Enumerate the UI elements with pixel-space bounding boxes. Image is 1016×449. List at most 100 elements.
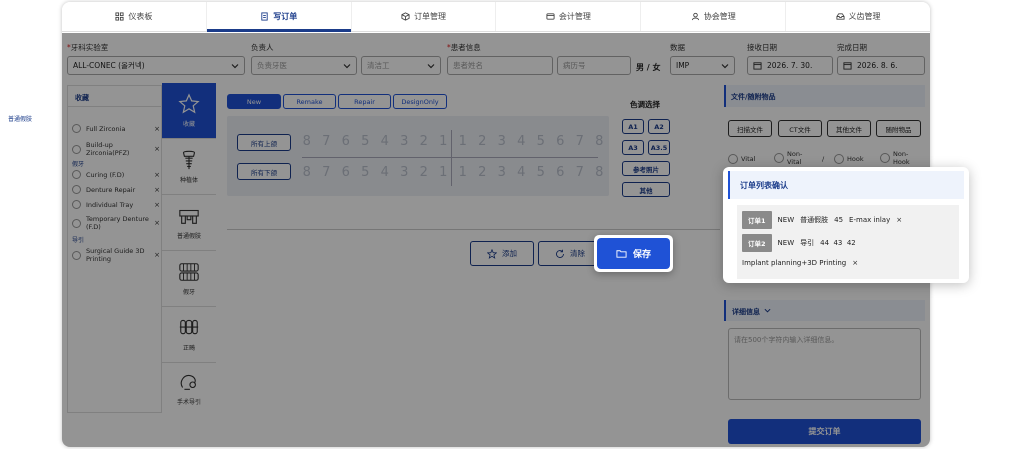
tooth[interactable]: 5: [356, 134, 376, 149]
tab-denture-management[interactable]: 义齿管理: [786, 2, 930, 31]
fav-item[interactable]: Individual Tray ×: [72, 200, 160, 209]
tab-dashboard[interactable]: 仪表板: [62, 2, 207, 31]
close-icon[interactable]: ×: [896, 216, 902, 224]
category-implant[interactable]: 种植体: [162, 139, 216, 195]
dentist-select[interactable]: 负责牙医: [251, 56, 357, 75]
accessories-button[interactable]: 随附物品: [876, 120, 921, 137]
fav-item[interactable]: Build-up Zirconia(PFZ) ×: [72, 140, 160, 158]
submit-order-button[interactable]: 提交订单: [728, 419, 921, 444]
tooth[interactable]: 5: [356, 165, 376, 180]
tab-association[interactable]: 协会管理: [641, 2, 787, 31]
order-type-design-only[interactable]: DesignOnly: [393, 94, 447, 109]
category-orthodontics[interactable]: 正畸: [162, 307, 216, 363]
tooth[interactable]: 8: [297, 165, 317, 180]
tooth[interactable]: 4: [375, 165, 395, 180]
category-denture[interactable]: 假牙: [162, 251, 216, 307]
shade-other-button[interactable]: 其他: [622, 182, 670, 197]
tooth[interactable]: 8: [590, 134, 610, 149]
tooth[interactable]: 1: [453, 134, 473, 149]
complete-date-input[interactable]: 2026. 8. 6.: [837, 56, 925, 75]
tooth[interactable]: 2: [473, 134, 493, 149]
tooth[interactable]: 6: [551, 134, 571, 149]
save-button[interactable]: 保存: [594, 235, 673, 272]
cleaner-select[interactable]: 清洁工: [361, 56, 441, 75]
fav-item[interactable]: Full Zirconia ×: [72, 124, 160, 133]
shade-a3[interactable]: A3: [622, 140, 644, 155]
category-surgical-guide[interactable]: 手术导引: [162, 363, 216, 413]
category-prosthesis[interactable]: 普通假肢: [162, 195, 216, 251]
tooth[interactable]: 1: [453, 165, 473, 180]
calendar-icon: [753, 62, 762, 70]
hook-check[interactable]: Hook: [834, 154, 864, 164]
tooth[interactable]: 6: [336, 134, 356, 149]
details-header[interactable]: 详细信息: [724, 300, 925, 321]
tooth[interactable]: 6: [336, 165, 356, 180]
scan-file-button[interactable]: 扫描文件: [728, 120, 772, 137]
close-icon[interactable]: ×: [154, 171, 160, 179]
tooth[interactable]: 6: [551, 165, 571, 180]
tooth[interactable]: 2: [414, 134, 434, 149]
tooth[interactable]: 4: [512, 165, 532, 180]
tooth[interactable]: 5: [531, 165, 551, 180]
tab-order-management[interactable]: 订单管理: [352, 2, 497, 31]
close-icon[interactable]: ×: [154, 186, 160, 194]
tooth[interactable]: 5: [531, 134, 551, 149]
close-icon[interactable]: ×: [154, 219, 160, 227]
close-icon[interactable]: ×: [154, 125, 160, 133]
non-vital-check[interactable]: Non-Vital: [774, 150, 809, 166]
tooth[interactable]: 8: [297, 134, 317, 149]
receive-date-input[interactable]: 2026. 7. 30.: [747, 56, 833, 75]
tooth[interactable]: 3: [395, 134, 415, 149]
shade-a3-5[interactable]: A3.5: [648, 140, 670, 155]
fav-item[interactable]: Denture Repair ×: [72, 185, 160, 194]
fav-item[interactable]: Curing (F.D) ×: [72, 170, 160, 179]
tooth[interactable]: 3: [492, 134, 512, 149]
tooth[interactable]: 2: [414, 165, 434, 180]
tooth[interactable]: 3: [492, 165, 512, 180]
reference-photo-button[interactable]: 参考照片: [622, 161, 670, 176]
tooth[interactable]: 4: [512, 134, 532, 149]
fav-item[interactable]: Temporary Denture (F.D) ×: [72, 214, 160, 232]
order-type-new[interactable]: New: [227, 94, 281, 109]
dentist-placeholder: 负责牙医: [257, 61, 287, 70]
tooth[interactable]: 7: [570, 134, 590, 149]
tooth[interactable]: 7: [317, 165, 337, 180]
tooth[interactable]: 1: [434, 134, 454, 149]
category-favorites[interactable]: 收藏: [162, 83, 216, 139]
other-file-button[interactable]: 其他文件: [827, 120, 871, 137]
tooth[interactable]: 2: [473, 165, 493, 180]
tooth[interactable]: 7: [570, 165, 590, 180]
details-textarea[interactable]: 请在500个字符内输入详细信息。: [728, 328, 921, 400]
surgical-guide-icon: [180, 374, 196, 390]
tooth[interactable]: 8: [590, 165, 610, 180]
data-select[interactable]: IMP: [670, 56, 735, 75]
tooth[interactable]: 1: [434, 165, 454, 180]
shade-a1[interactable]: A1: [622, 119, 644, 134]
tooth[interactable]: 3: [395, 165, 415, 180]
close-icon[interactable]: ×: [852, 259, 858, 267]
gender-toggle[interactable]: 男 / 女: [636, 62, 661, 73]
tooth[interactable]: 4: [375, 134, 395, 149]
shade-a2[interactable]: A2: [648, 119, 670, 134]
all-lower-button[interactable]: 所有下颌: [237, 163, 291, 180]
add-button[interactable]: 添加: [470, 241, 534, 266]
ct-file-button[interactable]: CT文件: [778, 120, 822, 137]
record-number-input[interactable]: 病历号: [557, 56, 631, 75]
close-icon[interactable]: ×: [154, 201, 160, 209]
fav-item[interactable]: Surgical Guide 3D Printing ×: [72, 246, 160, 264]
radio-circle: [72, 250, 81, 260]
radio-circle: [72, 124, 81, 133]
patient-name-input[interactable]: 患者姓名: [447, 56, 553, 75]
tab-accounting[interactable]: 会计管理: [496, 2, 642, 31]
close-icon[interactable]: ×: [154, 251, 160, 259]
tooth[interactable]: 7: [317, 134, 337, 149]
order-type-remake[interactable]: Remake: [283, 94, 336, 109]
vital-check[interactable]: Vital: [728, 154, 755, 164]
tab-write-order[interactable]: 写订单: [206, 2, 352, 32]
close-icon[interactable]: ×: [154, 145, 160, 153]
all-upper-button[interactable]: 所有上颌: [237, 134, 291, 151]
order-type-repair[interactable]: Repair: [338, 94, 391, 109]
lab-select[interactable]: ALL-CONEC (올커넥): [67, 56, 245, 75]
non-hook-check[interactable]: Non-Hook: [880, 150, 917, 166]
clear-button[interactable]: 清除: [538, 241, 602, 266]
